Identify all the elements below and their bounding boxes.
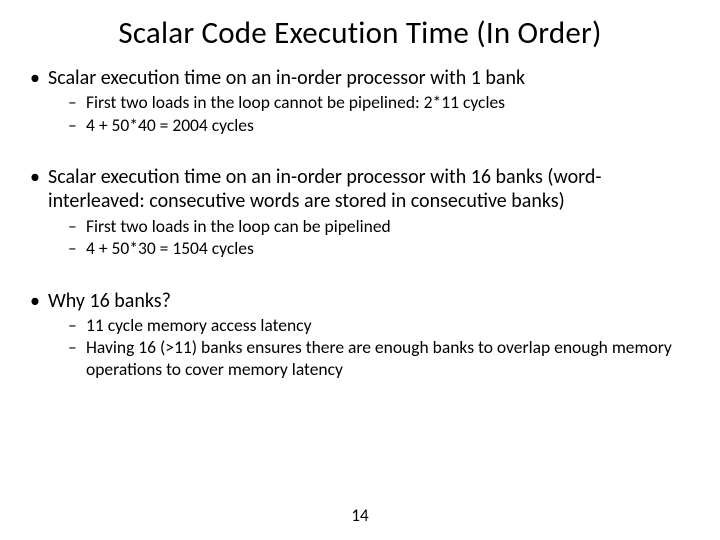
sub-bullet-text: 11 cycle memory access latency bbox=[86, 314, 312, 336]
sub-bullet-item: 4 + 50*40 = 2004 cycles bbox=[68, 115, 692, 136]
sub-bullet-list: First two loads in the loop cannot be pi… bbox=[48, 92, 692, 136]
bullet-list: Scalar execution time on an in-order pro… bbox=[28, 165, 692, 259]
sub-bullet-text: 4 + 50*40 = 2004 cycles bbox=[86, 114, 254, 136]
bullet-item: Scalar execution time on an in-order pro… bbox=[28, 165, 692, 259]
sub-bullet-list: 11 cycle memory access latency Having 16… bbox=[48, 315, 692, 380]
sub-bullet-item: 11 cycle memory access latency bbox=[68, 315, 692, 336]
bullet-list: Why 16 banks? 11 cycle memory access lat… bbox=[28, 289, 692, 380]
spacer bbox=[28, 263, 692, 289]
bullet-item: Why 16 banks? 11 cycle memory access lat… bbox=[28, 289, 692, 380]
sub-bullet-item: 4 + 50*30 = 1504 cycles bbox=[68, 238, 692, 259]
sub-bullet-item: First two loads in the loop cannot be pi… bbox=[68, 92, 692, 113]
bullet-text: Scalar execution time on an in-order pro… bbox=[48, 165, 601, 213]
sub-bullet-item: First two loads in the loop can be pipel… bbox=[68, 216, 692, 237]
sub-bullet-text: Having 16 (>11) banks ensures there are … bbox=[86, 336, 672, 379]
bullet-list: Scalar execution time on an in-order pro… bbox=[28, 66, 692, 136]
bullet-item: Scalar execution time on an in-order pro… bbox=[28, 66, 692, 136]
sub-bullet-list: First two loads in the loop can be pipel… bbox=[48, 216, 692, 260]
sub-bullet-text: First two loads in the loop can be pipel… bbox=[86, 215, 391, 237]
sub-bullet-item: Having 16 (>11) banks ensures there are … bbox=[68, 337, 692, 380]
bullet-text: Scalar execution time on an in-order pro… bbox=[48, 66, 525, 90]
slide-title: Scalar Code Execution Time (In Order) bbox=[28, 14, 692, 52]
sub-bullet-text: 4 + 50*30 = 1504 cycles bbox=[86, 237, 254, 259]
spacer bbox=[28, 139, 692, 165]
slide: Scalar Code Execution Time (In Order) Sc… bbox=[0, 0, 720, 540]
page-number: 14 bbox=[0, 505, 720, 526]
sub-bullet-text: First two loads in the loop cannot be pi… bbox=[86, 91, 505, 113]
bullet-text: Why 16 banks? bbox=[48, 289, 171, 313]
